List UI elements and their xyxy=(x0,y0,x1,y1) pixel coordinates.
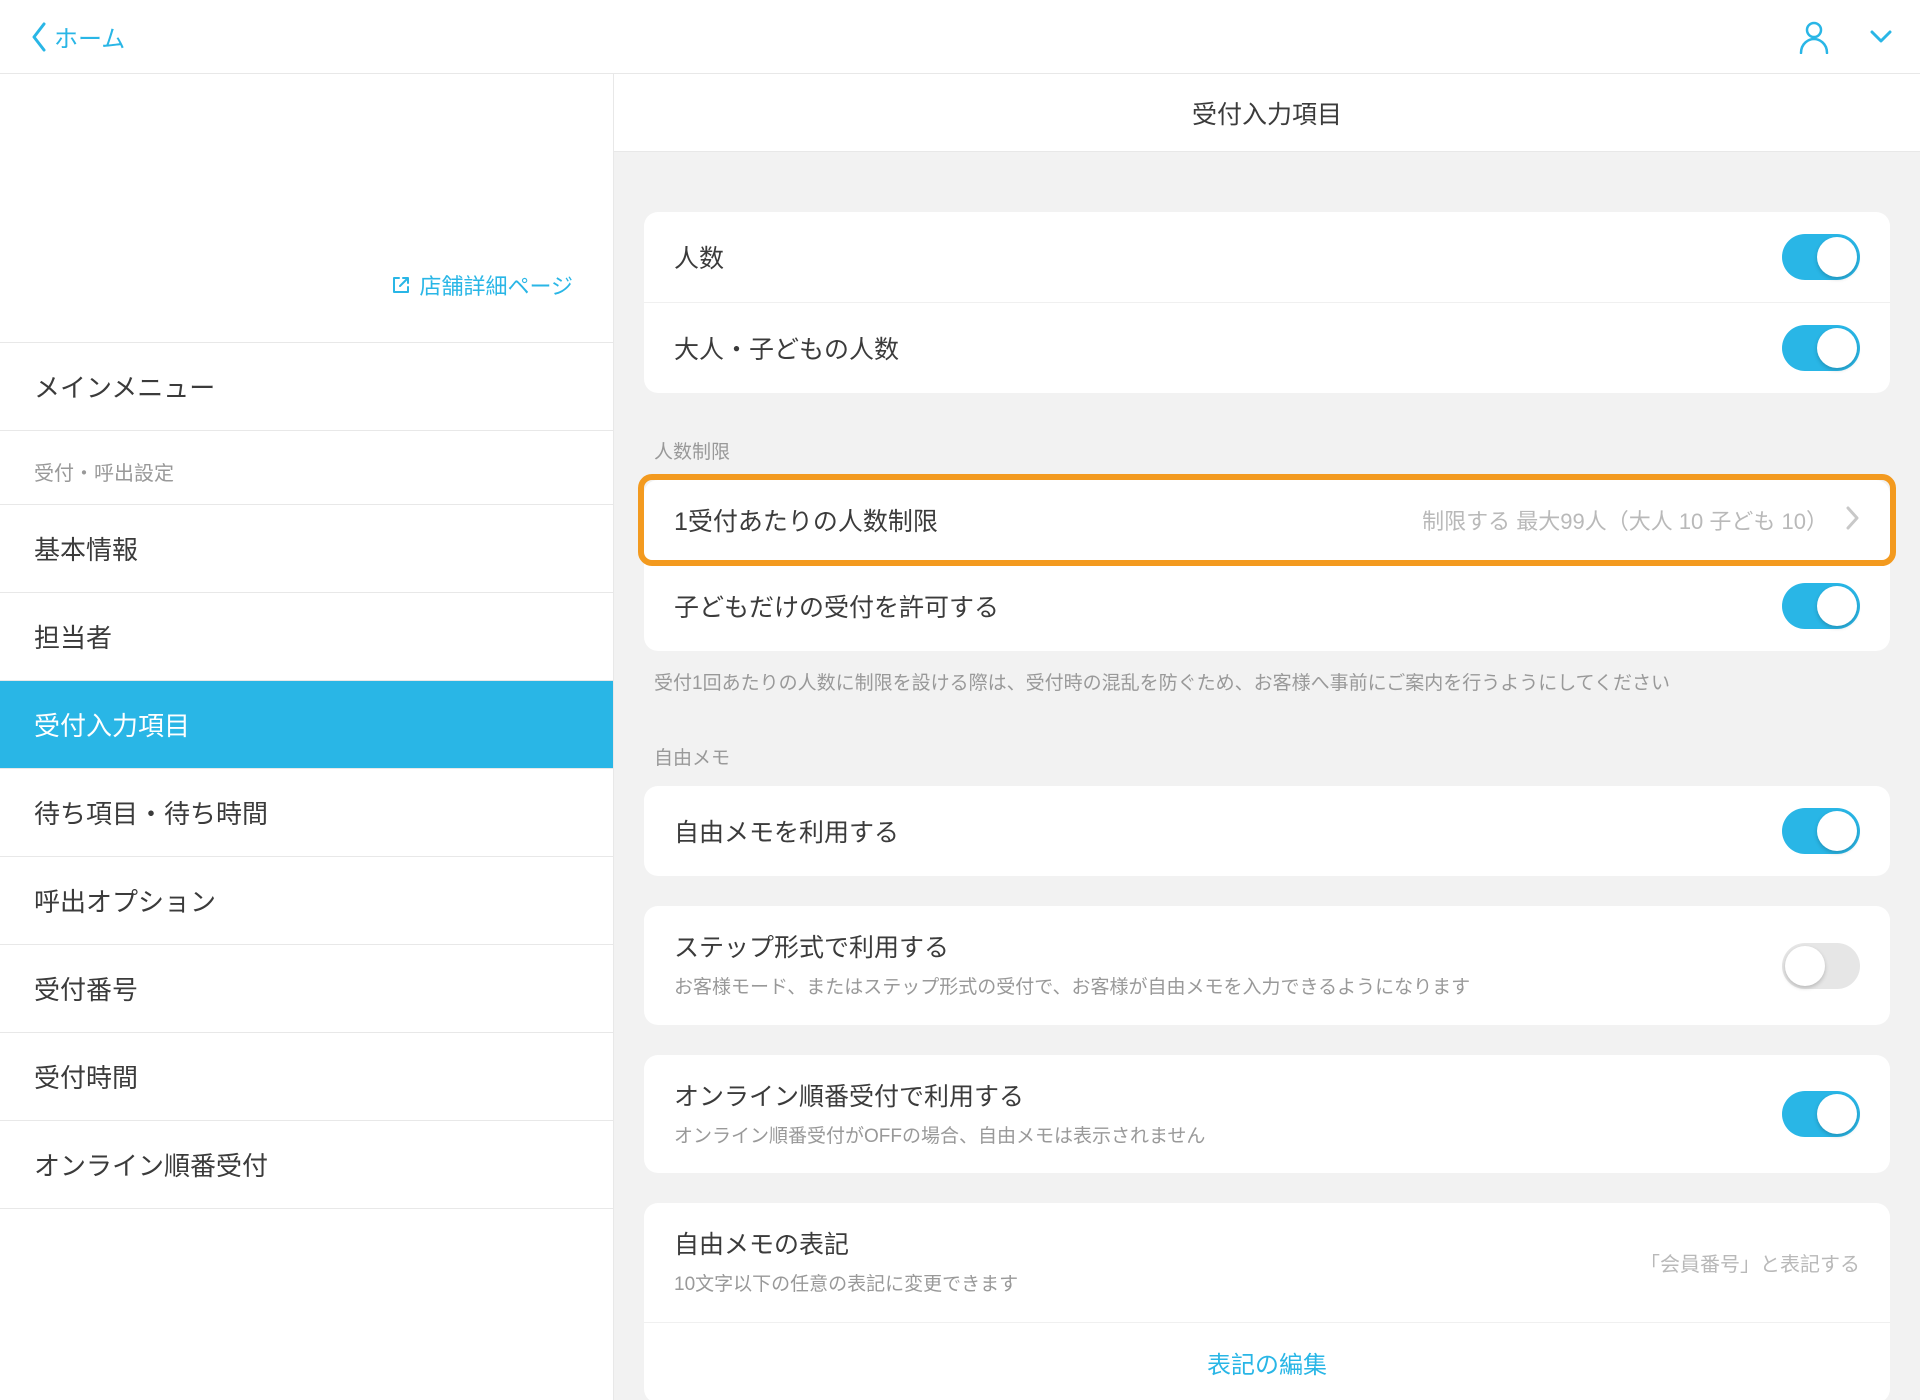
content-area: 受付入力項目 人数 大人・子どもの人数 人数制限 1受付あたりの人数制限 xyxy=(614,74,1920,1400)
sidebar: 店舗詳細ページ メインメニュー 受付・呼出設定 基本情報 担当者 受付入力項目 … xyxy=(0,74,614,1400)
footnote-limit: 受付1回あたりの人数に制限を設ける際は、受付時の混乱を防ぐため、お客様へ事前にご… xyxy=(644,651,1890,699)
row-title: 子どもだけの受付を許可する xyxy=(674,588,999,624)
group-people: 人数 大人・子どもの人数 xyxy=(644,212,1890,393)
row-subtitle: 10文字以下の任意の表記に変更できます xyxy=(674,1271,1640,1300)
sidebar-item-reception-time[interactable]: 受付時間 xyxy=(0,1033,613,1121)
edit-label-link: 表記の編集 xyxy=(1207,1345,1327,1380)
chevron-left-icon xyxy=(30,22,48,52)
toggle-online-queue-memo[interactable] xyxy=(1782,1091,1860,1137)
chevron-down-icon[interactable] xyxy=(1870,30,1892,44)
row-value: 「会員番号」と表記する xyxy=(1640,1248,1860,1277)
row-title: 大人・子どもの人数 xyxy=(674,330,899,366)
sidebar-item-online-queue[interactable]: オンライン順番受付 xyxy=(0,1121,613,1209)
top-header: ホーム xyxy=(0,0,1920,74)
row-use-free-memo[interactable]: 自由メモを利用する xyxy=(644,786,1890,876)
user-icon[interactable] xyxy=(1798,20,1830,54)
row-edit-label[interactable]: 表記の編集 xyxy=(644,1323,1890,1400)
group-memo-label: 自由メモの表記 10文字以下の任意の表記に変更できます 「会員番号」と表記する … xyxy=(644,1203,1890,1400)
toggle-people-count[interactable] xyxy=(1782,234,1860,280)
content-title: 受付入力項目 xyxy=(614,74,1920,152)
group-label-memo: 自由メモ xyxy=(644,699,1890,786)
toggle-allow-children-only[interactable] xyxy=(1782,583,1860,629)
chevron-right-icon xyxy=(1846,506,1860,535)
group-online: オンライン順番受付で利用する オンライン順番受付がOFFの場合、自由メモは表示さ… xyxy=(644,1055,1890,1174)
row-memo-label: 自由メモの表記 10文字以下の任意の表記に変更できます 「会員番号」と表記する xyxy=(644,1203,1890,1323)
sidebar-item-main-menu[interactable]: メインメニュー xyxy=(0,343,613,431)
group-limit-wrapper: 1受付あたりの人数制限 制限する 最大99人（大人 10 子ども 10） 子ども… xyxy=(644,480,1890,651)
row-title: オンライン順番受付で利用する xyxy=(674,1077,1782,1113)
sidebar-item-call-options[interactable]: 呼出オプション xyxy=(0,857,613,945)
row-limit-per-reception[interactable]: 1受付あたりの人数制限 制限する 最大99人（大人 10 子ども 10） xyxy=(644,480,1890,561)
store-area: 店舗詳細ページ xyxy=(0,74,613,343)
external-link-icon xyxy=(391,275,411,295)
row-subtitle: オンライン順番受付がOFFの場合、自由メモは表示されません xyxy=(674,1123,1782,1152)
row-people-count[interactable]: 人数 xyxy=(644,212,1890,303)
row-title: 1受付あたりの人数制限 xyxy=(674,502,938,538)
row-adult-child-count[interactable]: 大人・子どもの人数 xyxy=(644,303,1890,393)
row-allow-children-only[interactable]: 子どもだけの受付を許可する xyxy=(644,561,1890,651)
sidebar-item-basic-info[interactable]: 基本情報 xyxy=(0,505,613,593)
sidebar-item-reception-input[interactable]: 受付入力項目 xyxy=(0,681,613,769)
toggle-adult-child-count[interactable] xyxy=(1782,325,1860,371)
group-limit: 1受付あたりの人数制限 制限する 最大99人（大人 10 子ども 10） 子ども… xyxy=(644,480,1890,651)
sidebar-item-wait-items[interactable]: 待ち項目・待ち時間 xyxy=(0,769,613,857)
sidebar-item-staff[interactable]: 担当者 xyxy=(0,593,613,681)
sidebar-section-label: 受付・呼出設定 xyxy=(0,431,613,505)
back-label: ホーム xyxy=(54,19,125,54)
row-title: ステップ形式で利用する xyxy=(674,928,1782,964)
store-details-label: 店舗詳細ページ xyxy=(419,269,573,301)
row-title: 自由メモの表記 xyxy=(674,1225,1640,1261)
row-value: 制限する 最大99人（大人 10 子ども 10） xyxy=(1422,504,1828,536)
toggle-step-format[interactable] xyxy=(1782,943,1860,989)
group-label-limit: 人数制限 xyxy=(644,393,1890,480)
row-subtitle: お客様モード、またはステップ形式の受付で、お客様が自由メモを入力できるようになり… xyxy=(674,974,1782,1003)
store-details-link[interactable]: 店舗詳細ページ xyxy=(391,269,573,301)
group-step: ステップ形式で利用する お客様モード、またはステップ形式の受付で、お客様が自由メ… xyxy=(644,906,1890,1025)
back-button[interactable]: ホーム xyxy=(30,19,125,54)
group-memo: 自由メモを利用する xyxy=(644,786,1890,876)
toggle-use-free-memo[interactable] xyxy=(1782,808,1860,854)
row-title: 人数 xyxy=(674,239,724,275)
row-online-queue-memo[interactable]: オンライン順番受付で利用する オンライン順番受付がOFFの場合、自由メモは表示さ… xyxy=(644,1055,1890,1174)
sidebar-item-reception-number[interactable]: 受付番号 xyxy=(0,945,613,1033)
row-title: 自由メモを利用する xyxy=(674,813,899,849)
row-step-format[interactable]: ステップ形式で利用する お客様モード、またはステップ形式の受付で、お客様が自由メ… xyxy=(644,906,1890,1025)
